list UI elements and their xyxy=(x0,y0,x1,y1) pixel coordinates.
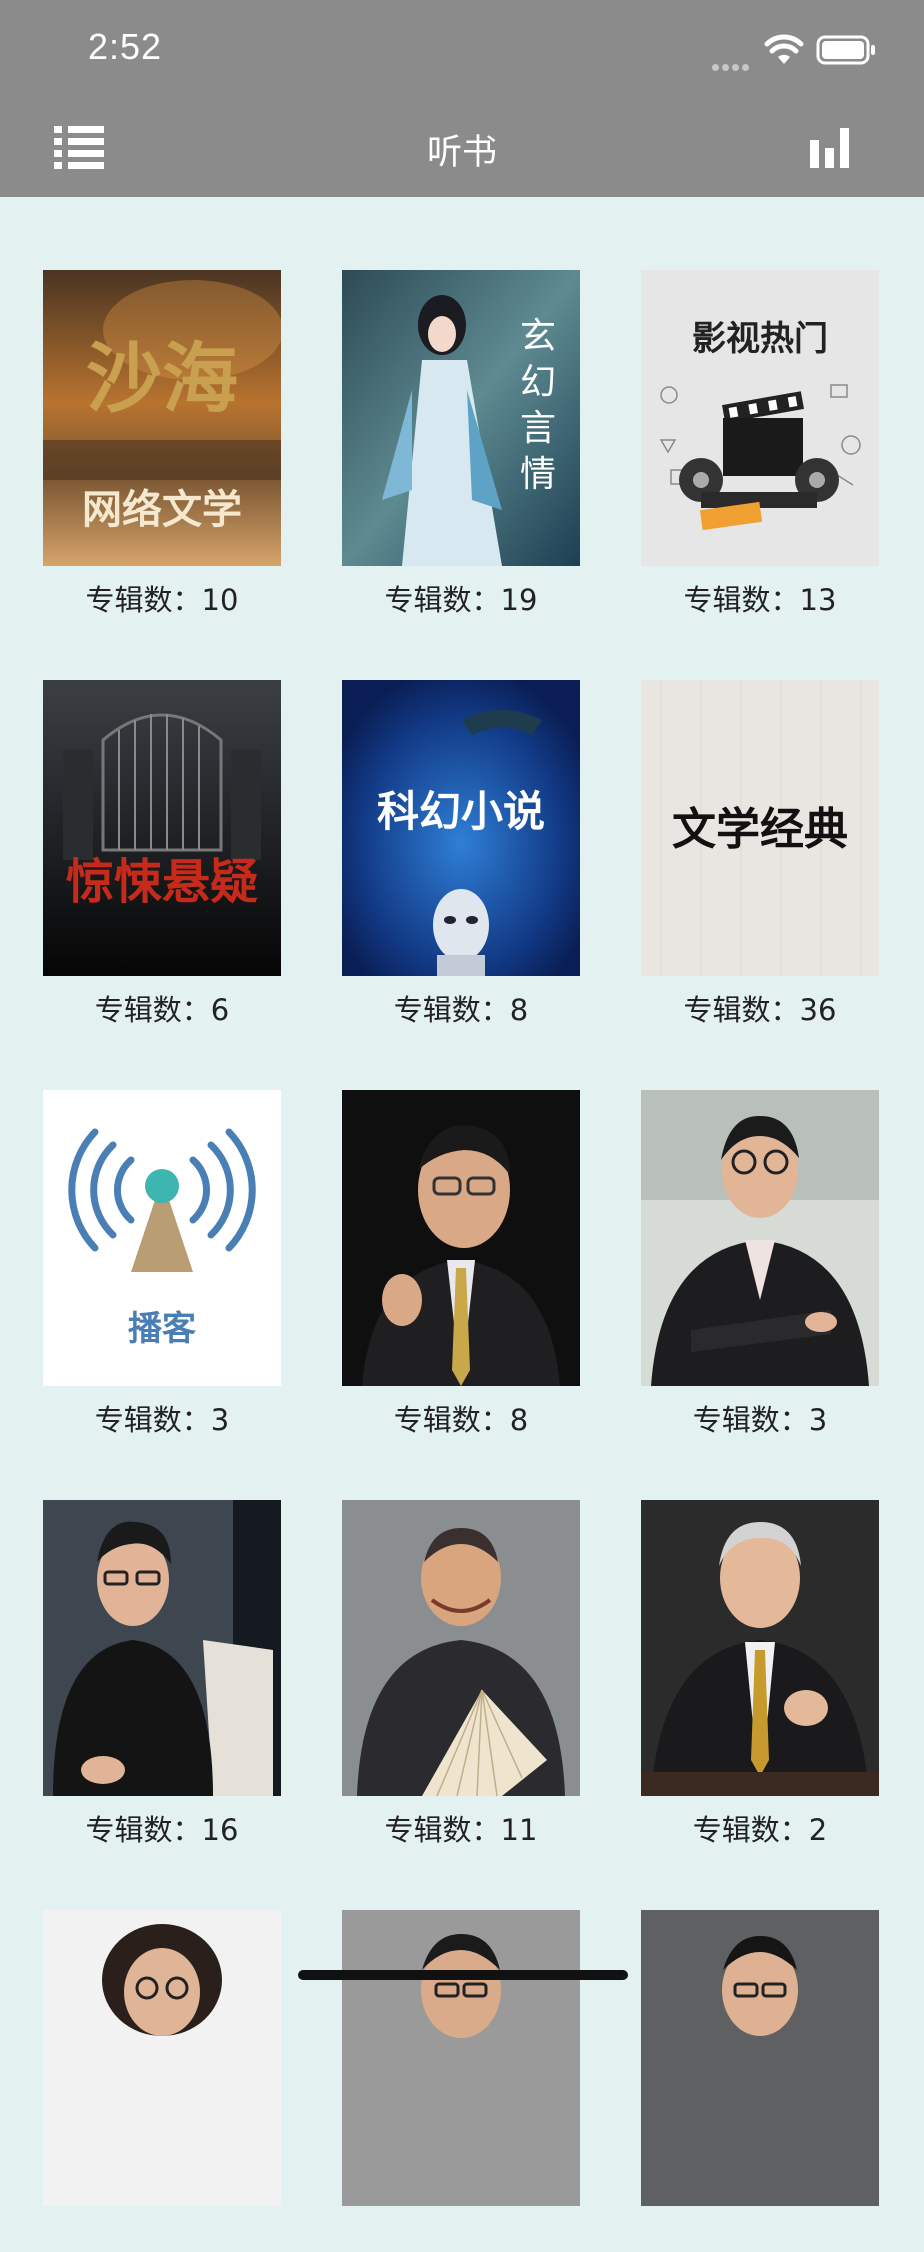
bar-chart-icon[interactable] xyxy=(810,124,850,168)
album-cover-sci-fi[interactable]: 科幻小说 xyxy=(342,680,580,976)
album-cover-speaker-portrait[interactable] xyxy=(342,1500,580,1796)
cover-char-2: 幻 xyxy=(520,362,556,403)
cover-title-text: 播客 xyxy=(128,1309,196,1349)
cover-title-text: 影视热门 xyxy=(692,319,828,359)
album-count-label: 专辑数：3 xyxy=(692,1403,828,1437)
album-count-label: 专辑数：13 xyxy=(683,583,837,617)
album-tile[interactable]: 影视热门 专辑数：13 xyxy=(641,270,879,617)
cover-title-text: 惊悚悬疑 xyxy=(66,854,258,910)
album-cover-speaker-portrait[interactable] xyxy=(43,1500,281,1796)
album-cover-speaker-portrait[interactable] xyxy=(43,1910,281,2206)
album-tile[interactable]: 专辑数：2 xyxy=(641,1500,879,1847)
album-cover-speaker-portrait[interactable] xyxy=(342,1910,580,2206)
album-cover-horror-mystery[interactable]: 惊悚悬疑 xyxy=(43,680,281,976)
cover-char-3: 言 xyxy=(520,408,556,449)
album-tile[interactable] xyxy=(342,1910,580,2252)
album-count-label: 专辑数：3 xyxy=(94,1403,230,1437)
album-tile[interactable]: 沙海 网络文学 专辑数：10 xyxy=(43,270,281,617)
album-cover-fantasy-romance[interactable]: 玄 幻 言 情 xyxy=(342,270,580,566)
album-cover-web-literature[interactable]: 沙海 网络文学 xyxy=(43,270,281,566)
album-tile[interactable]: 专辑数：11 xyxy=(342,1500,580,1847)
album-count-label: 专辑数：10 xyxy=(85,583,239,617)
album-tile[interactable]: 播客 专辑数：3 xyxy=(43,1090,281,1437)
cover-char-4: 情 xyxy=(520,454,556,495)
album-cover-speaker-portrait[interactable] xyxy=(641,1090,879,1386)
album-count-label: 专辑数：8 xyxy=(393,1403,529,1437)
menu-icon[interactable] xyxy=(54,124,104,170)
album-count-label: 专辑数：8 xyxy=(393,993,529,1027)
album-count-label: 专辑数：11 xyxy=(384,1813,538,1847)
top-bar: 2:52 听书 xyxy=(0,0,924,197)
battery-icon xyxy=(816,35,875,65)
wifi-icon xyxy=(764,34,804,64)
album-cover-podcast[interactable]: 播客 xyxy=(43,1090,281,1386)
album-count-label: 专辑数：2 xyxy=(692,1813,828,1847)
album-count-label: 专辑数：6 xyxy=(94,993,230,1027)
album-grid: 沙海 网络文学 专辑数：10 玄 幻 言 情 专辑数：19 影视热门 专辑数：1… xyxy=(0,270,924,2206)
album-tile[interactable] xyxy=(641,1910,879,2252)
album-cover-speaker-portrait[interactable] xyxy=(342,1090,580,1386)
cover-title-text: 科幻小说 xyxy=(377,787,545,836)
cell-signal-icon xyxy=(712,56,756,71)
album-cover-speaker-portrait[interactable] xyxy=(641,1500,879,1796)
cover-title-text: 沙海 xyxy=(86,334,238,423)
album-cover-literary-classics[interactable]: 文学经典 xyxy=(641,680,879,976)
home-indicator[interactable] xyxy=(298,1970,628,1980)
page-title: 听书 xyxy=(426,133,497,173)
album-count-label: 专辑数：16 xyxy=(85,1813,239,1847)
album-cover-hot-film-tv[interactable]: 影视热门 xyxy=(641,270,879,566)
album-tile[interactable]: 专辑数：16 xyxy=(43,1500,281,1847)
album-tile[interactable]: 文学经典 专辑数：36 xyxy=(641,680,879,1027)
album-count-label: 专辑数：36 xyxy=(683,993,837,1027)
album-tile[interactable]: 玄 幻 言 情 专辑数：19 xyxy=(342,270,580,617)
album-tile[interactable]: 惊悚悬疑 专辑数：6 xyxy=(43,680,281,1027)
status-time: 2:52 xyxy=(88,26,163,67)
album-tile[interactable] xyxy=(43,1910,281,2252)
cover-title-text: 文学经典 xyxy=(672,804,848,855)
album-count-label: 专辑数：19 xyxy=(384,583,538,617)
album-tile[interactable]: 科幻小说 专辑数：8 xyxy=(342,680,580,1027)
album-tile[interactable]: 专辑数：3 xyxy=(641,1090,879,1437)
cover-char-1: 玄 xyxy=(520,316,556,357)
cover-subtitle-text: 网络文学 xyxy=(82,487,242,533)
album-cover-speaker-portrait[interactable] xyxy=(641,1910,879,2206)
album-tile[interactable]: 专辑数：8 xyxy=(342,1090,580,1437)
